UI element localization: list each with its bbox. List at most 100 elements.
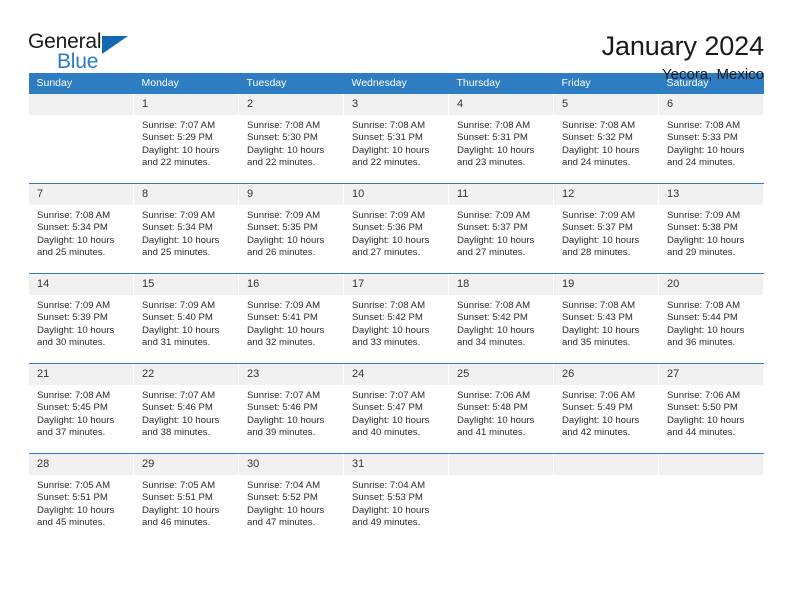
day-detail-sunset: Sunset: 5:34 PM (142, 222, 213, 234)
day-number: 7 (29, 184, 133, 205)
day-detail-sunset: Sunset: 5:46 PM (142, 402, 213, 414)
day-detail-daylight2: and 36 minutes. (667, 337, 736, 349)
day-detail-daylight1: Daylight: 10 hours (37, 504, 115, 516)
calendar-day-cell[interactable]: 14 Sunrise: 7:09 AM Sunset: 5:39 PM Dayligh… (28, 274, 134, 363)
day-detail-sunrise: Sunrise: 7:08 AM (352, 120, 426, 131)
day-detail-sunset: Sunset: 5:42 PM (457, 312, 528, 324)
calendar-day-cell[interactable]: 18 Sunrise: 7:08 AM Sunset: 5:42 PM Dayligh… (448, 274, 554, 363)
day-details: Sunrise: 7:07 AM Sunset: 5:29 PM Daylight:… (134, 115, 238, 170)
day-detail-daylight2: and 29 minutes. (667, 247, 736, 259)
day-detail-daylight1: Daylight: 10 hours (667, 234, 745, 246)
calendar-day-cell[interactable]: 28 Sunrise: 7:05 AM Sunset: 5:51 PM Dayligh… (28, 454, 134, 543)
day-detail-daylight2: and 26 minutes. (247, 247, 316, 259)
day-detail-daylight2: and 39 minutes. (247, 427, 316, 439)
day-number (449, 454, 553, 475)
calendar-day-cell[interactable]: 21 Sunrise: 7:08 AM Sunset: 5:45 PM Dayligh… (28, 364, 134, 453)
day-detail-sunrise: Sunrise: 7:09 AM (667, 210, 741, 221)
calendar-day-cell[interactable]: 9 Sunrise: 7:09 AM Sunset: 5:35 PM Daylight… (238, 184, 344, 273)
calendar-day-cell[interactable]: 22 Sunrise: 7:07 AM Sunset: 5:46 PM Dayligh… (133, 364, 239, 453)
calendar-day-cell[interactable]: 8 Sunrise: 7:09 AM Sunset: 5:34 PM Daylight… (133, 184, 239, 273)
day-detail-sunset: Sunset: 5:41 PM (247, 312, 318, 324)
calendar-day-cell[interactable]: 7 Sunrise: 7:08 AM Sunset: 5:34 PM Daylight… (28, 184, 134, 273)
day-detail-sunrise: Sunrise: 7:09 AM (457, 210, 531, 221)
day-detail-daylight2: and 38 minutes. (142, 427, 211, 439)
day-detail-daylight2: and 24 minutes. (562, 157, 631, 169)
calendar-day-cell[interactable]: 29 Sunrise: 7:05 AM Sunset: 5:51 PM Dayligh… (133, 454, 239, 543)
calendar-day-cell[interactable]: 25 Sunrise: 7:06 AM Sunset: 5:48 PM Dayligh… (448, 364, 554, 453)
day-number: 23 (239, 364, 343, 385)
logo-triangle-icon (102, 36, 128, 54)
day-detail-sunrise: Sunrise: 7:06 AM (457, 390, 531, 401)
day-details: Sunrise: 7:06 AM Sunset: 5:49 PM Daylight:… (554, 385, 658, 440)
day-details: Sunrise: 7:09 AM Sunset: 5:41 PM Daylight:… (239, 295, 343, 350)
logo-text-blue: Blue (57, 50, 99, 73)
day-detail-daylight1: Daylight: 10 hours (142, 324, 220, 336)
calendar-day-cell-empty (658, 454, 764, 543)
day-detail-daylight1: Daylight: 10 hours (247, 324, 325, 336)
day-details: Sunrise: 7:08 AM Sunset: 5:30 PM Daylight:… (239, 115, 343, 170)
day-detail-daylight2: and 34 minutes. (457, 337, 526, 349)
day-detail-daylight1: Daylight: 10 hours (667, 324, 745, 336)
calendar-day-cell[interactable]: 20 Sunrise: 7:08 AM Sunset: 5:44 PM Dayligh… (658, 274, 764, 363)
day-detail-sunset: Sunset: 5:52 PM (247, 492, 318, 504)
day-detail-sunset: Sunset: 5:33 PM (667, 132, 738, 144)
calendar-day-cell[interactable]: 13 Sunrise: 7:09 AM Sunset: 5:38 PM Dayligh… (658, 184, 764, 273)
calendar-day-cell[interactable]: 10 Sunrise: 7:09 AM Sunset: 5:36 PM Dayligh… (343, 184, 449, 273)
calendar-day-cell[interactable]: 11 Sunrise: 7:09 AM Sunset: 5:37 PM Dayligh… (448, 184, 554, 273)
day-number: 3 (344, 94, 448, 115)
day-detail-sunrise: Sunrise: 7:07 AM (142, 390, 216, 401)
day-detail-sunrise: Sunrise: 7:07 AM (142, 120, 216, 131)
day-details: Sunrise: 7:09 AM Sunset: 5:39 PM Daylight:… (29, 295, 133, 350)
day-detail-sunrise: Sunrise: 7:05 AM (37, 480, 111, 491)
calendar-day-cell[interactable]: 6 Sunrise: 7:08 AM Sunset: 5:33 PM Daylight… (658, 94, 764, 183)
day-number: 31 (344, 454, 448, 475)
calendar-day-cell[interactable]: 30 Sunrise: 7:04 AM Sunset: 5:52 PM Dayligh… (238, 454, 344, 543)
day-detail-sunrise: Sunrise: 7:04 AM (247, 480, 321, 491)
calendar-day-cell[interactable]: 15 Sunrise: 7:09 AM Sunset: 5:40 PM Dayligh… (133, 274, 239, 363)
calendar-day-cell[interactable]: 27 Sunrise: 7:06 AM Sunset: 5:50 PM Dayligh… (658, 364, 764, 453)
day-detail-sunrise: Sunrise: 7:08 AM (562, 120, 636, 131)
calendar-day-cell[interactable]: 3 Sunrise: 7:08 AM Sunset: 5:31 PM Daylight… (343, 94, 449, 183)
calendar-day-cell[interactable]: 23 Sunrise: 7:07 AM Sunset: 5:46 PM Dayligh… (238, 364, 344, 453)
general-blue-logo: General Blue (28, 30, 143, 76)
day-details: Sunrise: 7:08 AM Sunset: 5:43 PM Daylight:… (554, 295, 658, 350)
day-detail-daylight1: Daylight: 10 hours (667, 144, 745, 156)
calendar-day-cell[interactable]: 1 Sunrise: 7:07 AM Sunset: 5:29 PM Daylight… (133, 94, 239, 183)
day-detail-sunrise: Sunrise: 7:09 AM (142, 210, 216, 221)
day-details: Sunrise: 7:08 AM Sunset: 5:45 PM Daylight:… (29, 385, 133, 440)
day-detail-daylight1: Daylight: 10 hours (142, 144, 220, 156)
calendar-day-cell[interactable]: 17 Sunrise: 7:08 AM Sunset: 5:42 PM Dayligh… (343, 274, 449, 363)
calendar-day-cell[interactable]: 31 Sunrise: 7:04 AM Sunset: 5:53 PM Dayligh… (343, 454, 449, 543)
day-detail-sunset: Sunset: 5:46 PM (247, 402, 318, 414)
day-detail-daylight1: Daylight: 10 hours (37, 414, 115, 426)
day-detail-daylight2: and 25 minutes. (142, 247, 211, 259)
day-detail-daylight2: and 22 minutes. (352, 157, 421, 169)
day-detail-sunset: Sunset: 5:31 PM (457, 132, 528, 144)
day-detail-sunset: Sunset: 5:32 PM (562, 132, 633, 144)
day-detail-sunset: Sunset: 5:34 PM (37, 222, 108, 234)
day-detail-daylight2: and 35 minutes. (562, 337, 631, 349)
calendar-day-cell[interactable]: 16 Sunrise: 7:09 AM Sunset: 5:41 PM Dayligh… (238, 274, 344, 363)
day-detail-daylight2: and 25 minutes. (37, 247, 106, 259)
day-detail-daylight1: Daylight: 10 hours (562, 144, 640, 156)
calendar-week-row: 1 Sunrise: 7:07 AM Sunset: 5:29 PM Daylight… (28, 94, 764, 183)
day-detail-sunset: Sunset: 5:39 PM (37, 312, 108, 324)
day-number: 2 (239, 94, 343, 115)
day-detail-daylight1: Daylight: 10 hours (37, 234, 115, 246)
calendar-day-cell[interactable]: 2 Sunrise: 7:08 AM Sunset: 5:30 PM Daylight… (238, 94, 344, 183)
day-detail-sunset: Sunset: 5:53 PM (352, 492, 423, 504)
calendar-day-cell[interactable]: 5 Sunrise: 7:08 AM Sunset: 5:32 PM Daylight… (553, 94, 659, 183)
day-detail-daylight2: and 24 minutes. (667, 157, 736, 169)
calendar-day-cell-empty (553, 454, 659, 543)
day-detail-daylight2: and 37 minutes. (37, 427, 106, 439)
day-detail-daylight2: and 41 minutes. (457, 427, 526, 439)
calendar-day-cell[interactable]: 4 Sunrise: 7:08 AM Sunset: 5:31 PM Daylight… (448, 94, 554, 183)
day-detail-daylight1: Daylight: 10 hours (247, 414, 325, 426)
day-number (29, 94, 133, 115)
calendar-day-cell[interactable]: 19 Sunrise: 7:08 AM Sunset: 5:43 PM Dayligh… (553, 274, 659, 363)
calendar-day-cell[interactable]: 26 Sunrise: 7:06 AM Sunset: 5:49 PM Dayligh… (553, 364, 659, 453)
day-detail-daylight2: and 49 minutes. (352, 517, 421, 529)
calendar-week-row: 28 Sunrise: 7:05 AM Sunset: 5:51 PM Dayligh… (28, 454, 764, 543)
calendar-day-cell[interactable]: 24 Sunrise: 7:07 AM Sunset: 5:47 PM Dayligh… (343, 364, 449, 453)
calendar-day-cell[interactable]: 12 Sunrise: 7:09 AM Sunset: 5:37 PM Dayligh… (553, 184, 659, 273)
